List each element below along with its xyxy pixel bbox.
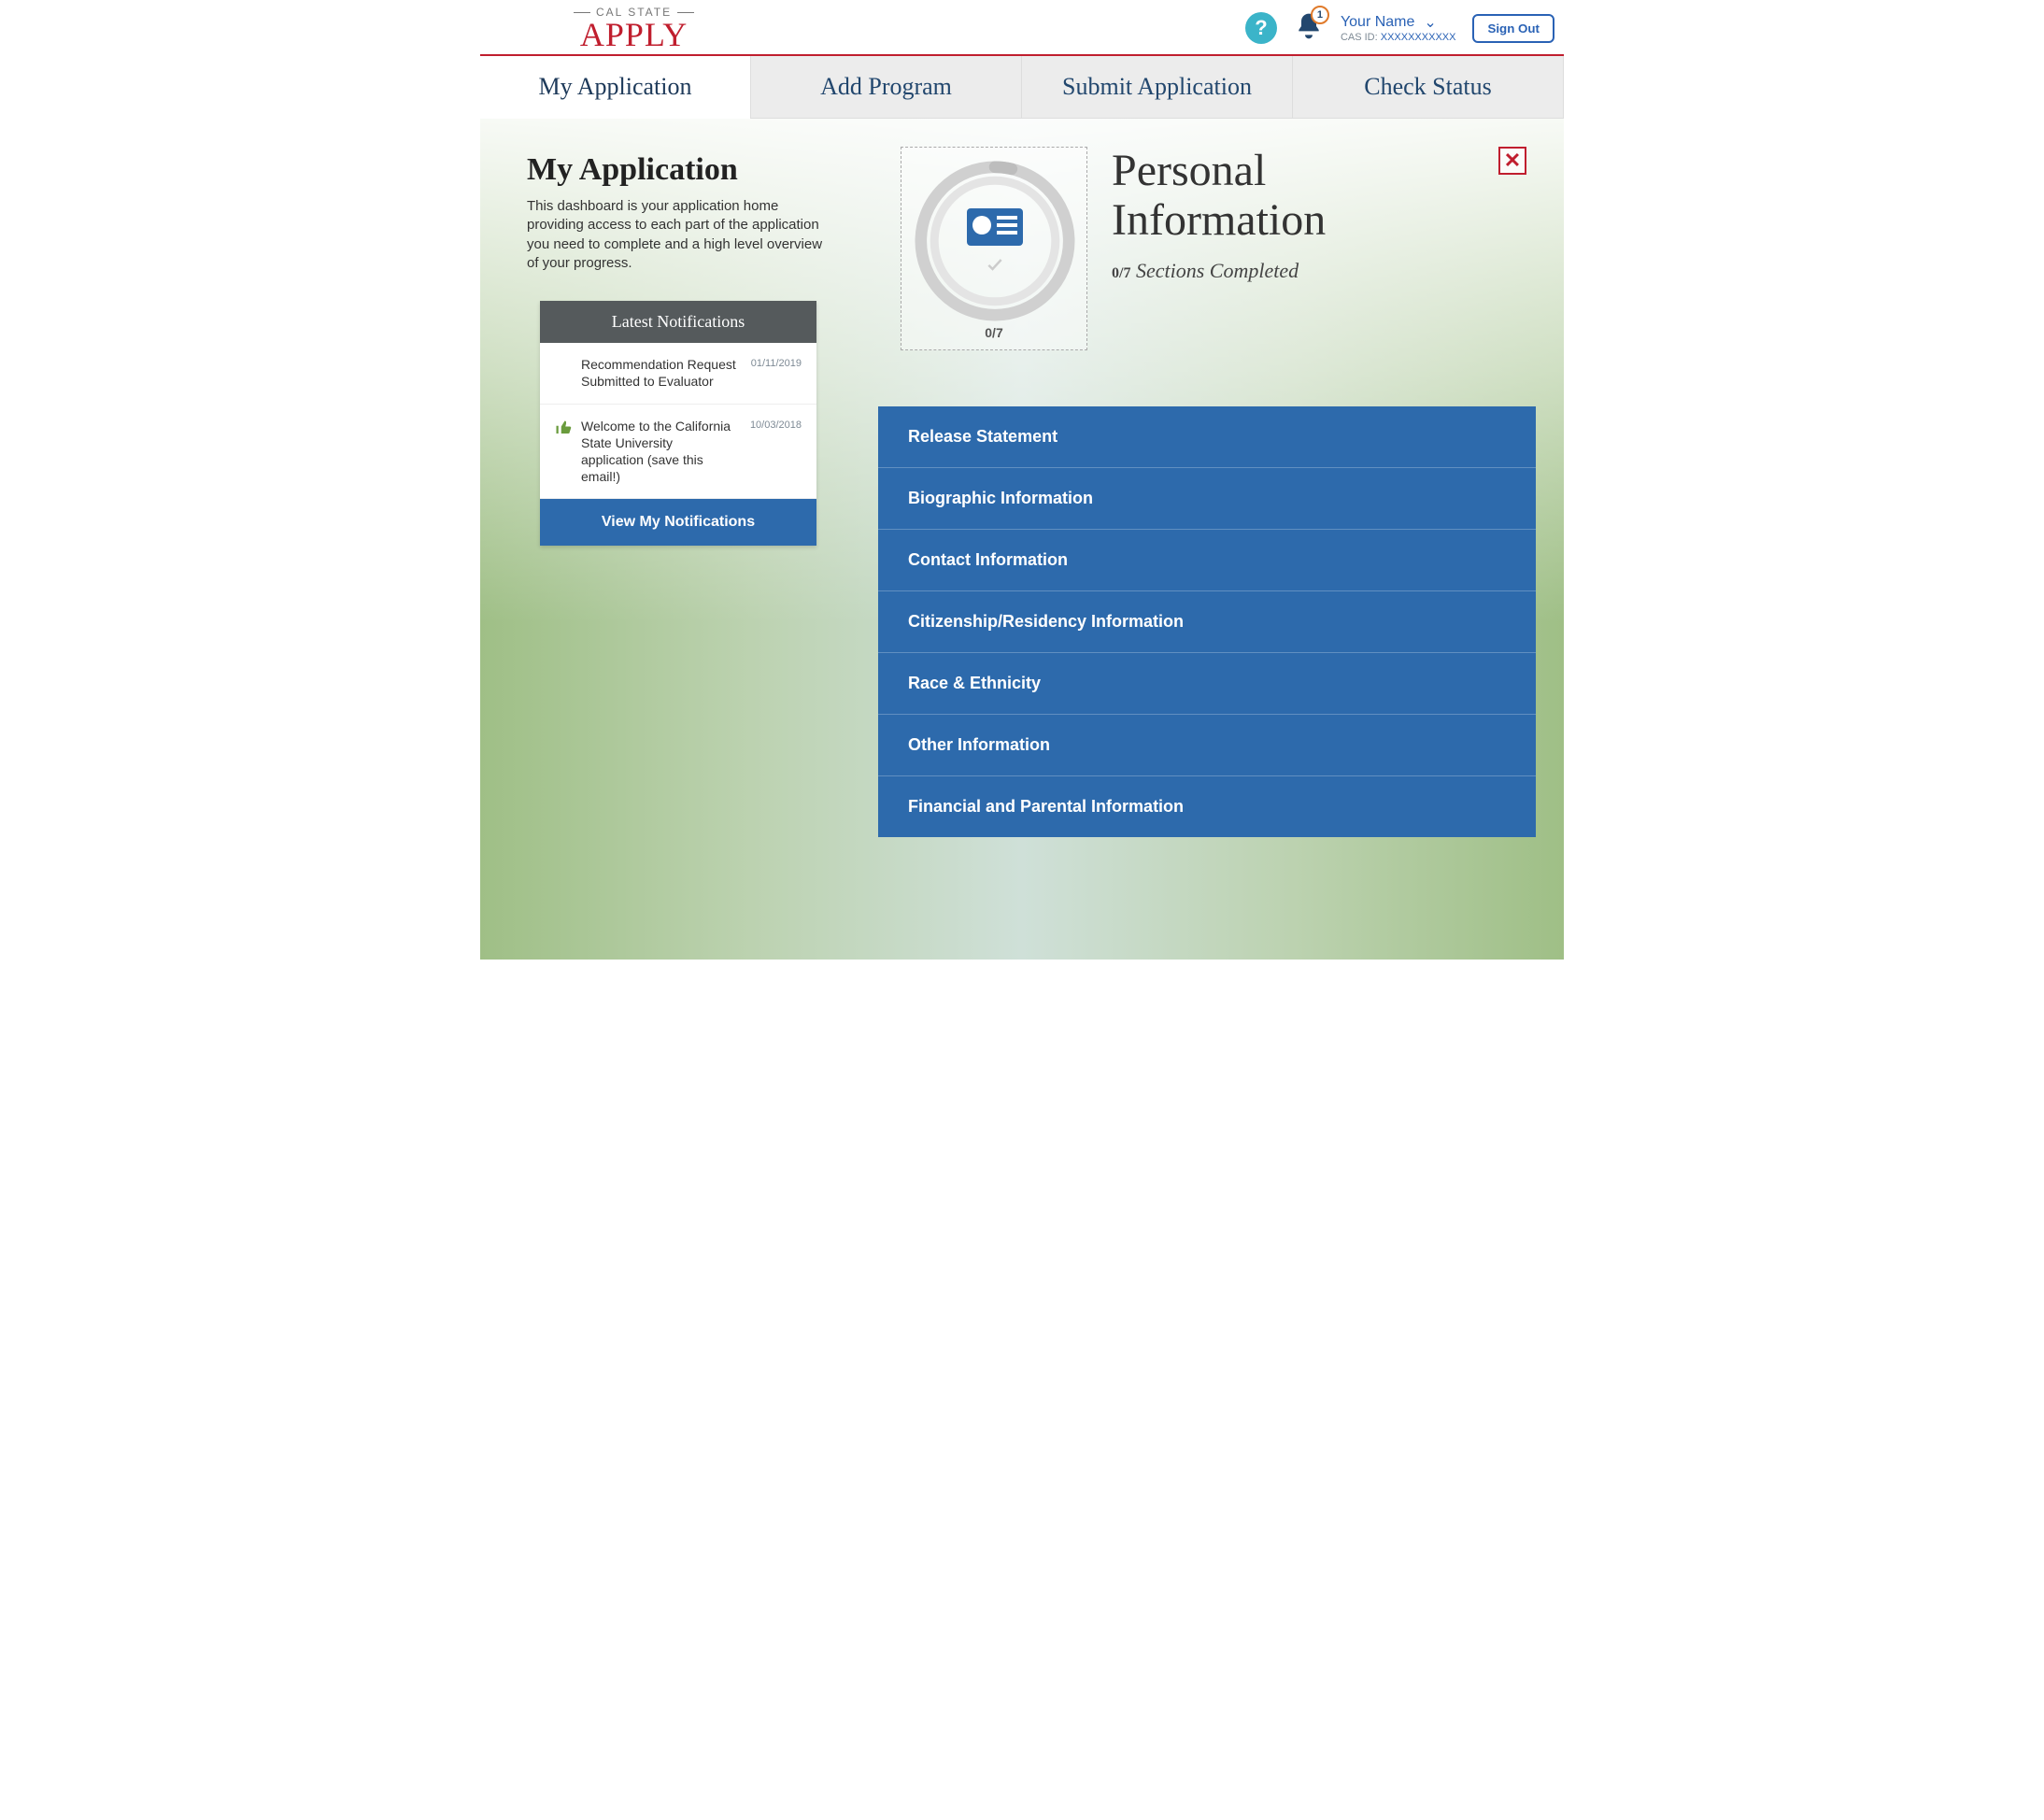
notification-text: Recommendation Request Submitted to Eval…: [581, 356, 742, 390]
logo[interactable]: CAL STATE APPLY: [574, 6, 694, 50]
sections-count: 0/7: [1112, 265, 1130, 281]
section-contact-information[interactable]: Contact Information: [878, 530, 1536, 591]
check-icon: [986, 255, 1004, 274]
notification-date: 01/11/2019: [751, 356, 802, 390]
bell-icon: [1294, 29, 1324, 45]
section-citizenship-residency[interactable]: Citizenship/Residency Information: [878, 591, 1536, 653]
view-notifications-button[interactable]: View My Notifications: [540, 499, 816, 546]
thumbs-up-icon: [555, 419, 572, 441]
notifications-header: Latest Notifications: [540, 301, 816, 343]
section-biographic-information[interactable]: Biographic Information: [878, 468, 1536, 530]
close-panel-button[interactable]: ✕: [1498, 147, 1526, 175]
notification-count-badge: 1: [1311, 6, 1329, 24]
chevron-down-icon: ⌄: [1424, 13, 1436, 32]
user-menu[interactable]: Your Name ⌄: [1341, 13, 1456, 32]
section-race-ethnicity[interactable]: Race & Ethnicity: [878, 653, 1536, 715]
sections-completed-line: 0/7 Sections Completed: [1112, 259, 1326, 283]
notification-item[interactable]: Welcome to the California State Universi…: [540, 405, 816, 500]
help-icon[interactable]: ?: [1245, 12, 1277, 44]
notification-text: Welcome to the California State Universi…: [581, 418, 741, 486]
logo-bottom-text: APPLY: [580, 19, 688, 50]
progress-box[interactable]: 0/7: [901, 147, 1087, 350]
section-other-information[interactable]: Other Information: [878, 715, 1536, 776]
cas-id-line: CAS ID: XXXXXXXXXXX: [1341, 32, 1456, 43]
main-tabs: My Application Add Program Submit Applic…: [480, 56, 1564, 119]
user-name-text: Your Name: [1341, 14, 1414, 31]
progress-label: 0/7: [911, 325, 1077, 340]
tab-my-application[interactable]: My Application: [480, 56, 751, 119]
cas-id-value: XXXXXXXXXXX: [1381, 32, 1456, 43]
left-column: My Application This dashboard is your ap…: [527, 147, 845, 837]
cas-id-label: CAS ID:: [1341, 32, 1378, 43]
notification-item[interactable]: Recommendation Request Submitted to Eval…: [540, 343, 816, 404]
section-list: Release Statement Biographic Information…: [878, 406, 1536, 837]
panel-header: 0/7 Personal Information 0/7 Sections Co…: [901, 147, 1536, 350]
notifications-bell[interactable]: 1: [1294, 11, 1324, 46]
sign-out-button[interactable]: Sign Out: [1472, 14, 1554, 43]
page-description: This dashboard is your application home …: [527, 197, 835, 273]
tab-check-status[interactable]: Check Status: [1293, 56, 1564, 119]
page-title: My Application: [527, 152, 845, 188]
panel-title: Personal Information: [1112, 147, 1326, 246]
notification-date: 10/03/2018: [750, 418, 802, 486]
personal-info-icon: [967, 208, 1023, 246]
tab-submit-application[interactable]: Submit Application: [1022, 56, 1293, 119]
sections-text: Sections Completed: [1136, 259, 1299, 282]
tab-add-program[interactable]: Add Program: [751, 56, 1022, 119]
notifications-card: Latest Notifications Recommendation Requ…: [540, 301, 816, 546]
right-column: ✕: [901, 147, 1536, 837]
section-release-statement[interactable]: Release Statement: [878, 406, 1536, 468]
section-financial-parental[interactable]: Financial and Parental Information: [878, 776, 1536, 837]
top-bar: CAL STATE APPLY ? 1 Your Name ⌄ CAS ID: …: [480, 0, 1564, 54]
